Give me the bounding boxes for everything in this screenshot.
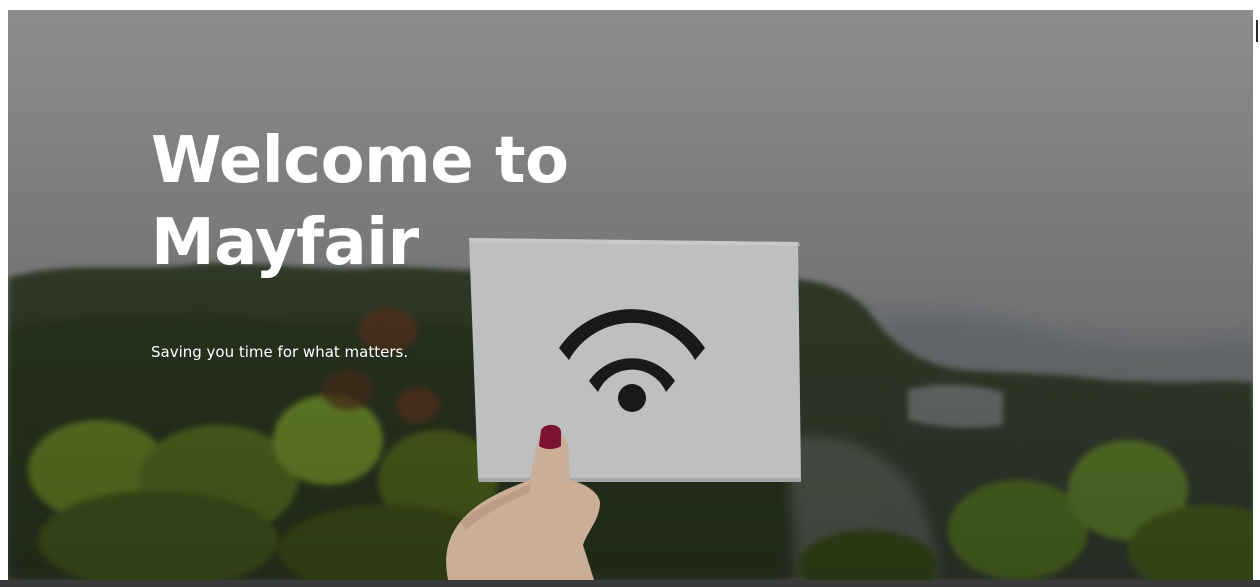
right-page-edge [1253,10,1260,580]
hero-heading: Welcome to Mayfair [151,124,569,280]
page: Welcome to Mayfair Saving you time for w… [0,0,1260,587]
hero-banner: Welcome to Mayfair Saving you time for w… [8,10,1253,580]
bottom-edge-strip [0,580,1260,587]
hero-background-image [8,10,1253,580]
scroll-indicator [1256,20,1258,42]
hero-tagline: Saving you time for what matters. [151,343,409,361]
